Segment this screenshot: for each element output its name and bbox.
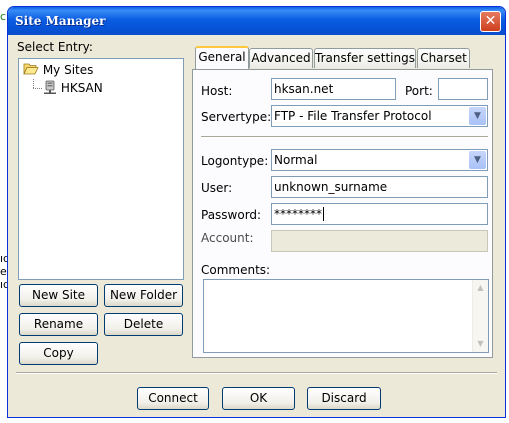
tree-connector	[33, 88, 42, 89]
host-label: Host:	[201, 84, 233, 98]
divider	[201, 136, 488, 138]
chevron-down-icon[interactable]: ▼	[469, 151, 486, 169]
folder-open-icon	[23, 63, 39, 75]
password-label: Password:	[201, 208, 262, 222]
background-text: e	[0, 265, 7, 278]
connect-button[interactable]: Connect	[137, 387, 209, 410]
text-cursor	[323, 207, 324, 221]
logontype-select[interactable]: Normal ▼	[271, 149, 488, 171]
comments-label: Comments:	[201, 263, 271, 277]
tab-advanced[interactable]: Advanced	[249, 48, 313, 68]
tree-connector	[33, 79, 34, 88]
tab-charset[interactable]: Charset	[417, 48, 470, 68]
server-icon	[44, 80, 56, 94]
select-entry-label: Select Entry:	[17, 40, 93, 54]
general-tab-panel: Host: hksan.net Port: Servertype: FTP - …	[192, 69, 493, 358]
user-input[interactable]: unknown_surname	[271, 176, 488, 198]
user-label: User:	[201, 181, 233, 195]
tree-item-label: My Sites	[42, 63, 94, 77]
scroll-down-icon[interactable]: ▼	[473, 336, 488, 352]
close-icon: ✕	[484, 13, 497, 29]
logontype-value: Normal	[274, 153, 318, 167]
site-manager-dialog: Site Manager ✕ Select Entry: My Sites HK…	[7, 6, 506, 418]
background-window-bottom	[0, 418, 509, 423]
password-input[interactable]: ********	[271, 203, 488, 225]
comments-scrollbar[interactable]: ▲ ▼	[472, 280, 488, 352]
divider	[16, 372, 497, 374]
comments-textarea[interactable]: ▲ ▼	[203, 279, 489, 353]
servertype-label: Servertype:	[201, 110, 272, 124]
discard-button[interactable]: Discard	[307, 387, 381, 410]
background-text: c	[0, 10, 7, 23]
host-input[interactable]: hksan.net	[271, 78, 396, 100]
logontype-label: Logontype:	[201, 154, 269, 168]
rename-button[interactable]: Rename	[19, 313, 98, 336]
password-value: ********	[274, 207, 322, 221]
chevron-down-icon[interactable]: ▼	[469, 107, 486, 125]
servertype-select[interactable]: FTP - File Transfer Protocol ▼	[271, 105, 488, 127]
tree-item-label: HKSAN	[60, 81, 103, 95]
port-input[interactable]	[438, 78, 488, 100]
servertype-value: FTP - File Transfer Protocol	[274, 109, 432, 123]
close-button[interactable]: ✕	[480, 11, 501, 32]
site-tree[interactable]: My Sites HKSAN	[18, 58, 184, 280]
window-title: Site Manager	[15, 14, 106, 28]
account-label: Account:	[201, 231, 254, 245]
tab-transfer-settings[interactable]: Transfer settings	[314, 48, 416, 68]
copy-button[interactable]: Copy	[19, 342, 98, 365]
title-bar[interactable]: Site Manager ✕	[8, 7, 505, 35]
new-folder-button[interactable]: New Folder	[104, 284, 183, 307]
tree-item-hksan[interactable]: HKSAN	[43, 80, 103, 96]
new-site-button[interactable]: New Site	[19, 284, 98, 307]
tab-general[interactable]: General	[195, 46, 249, 69]
port-label: Port:	[405, 84, 433, 98]
scroll-up-icon[interactable]: ▲	[473, 280, 488, 296]
tree-item-my-sites[interactable]: My Sites	[23, 62, 93, 78]
account-input	[271, 230, 488, 252]
ok-button[interactable]: OK	[222, 387, 295, 410]
delete-button[interactable]: Delete	[104, 313, 183, 336]
